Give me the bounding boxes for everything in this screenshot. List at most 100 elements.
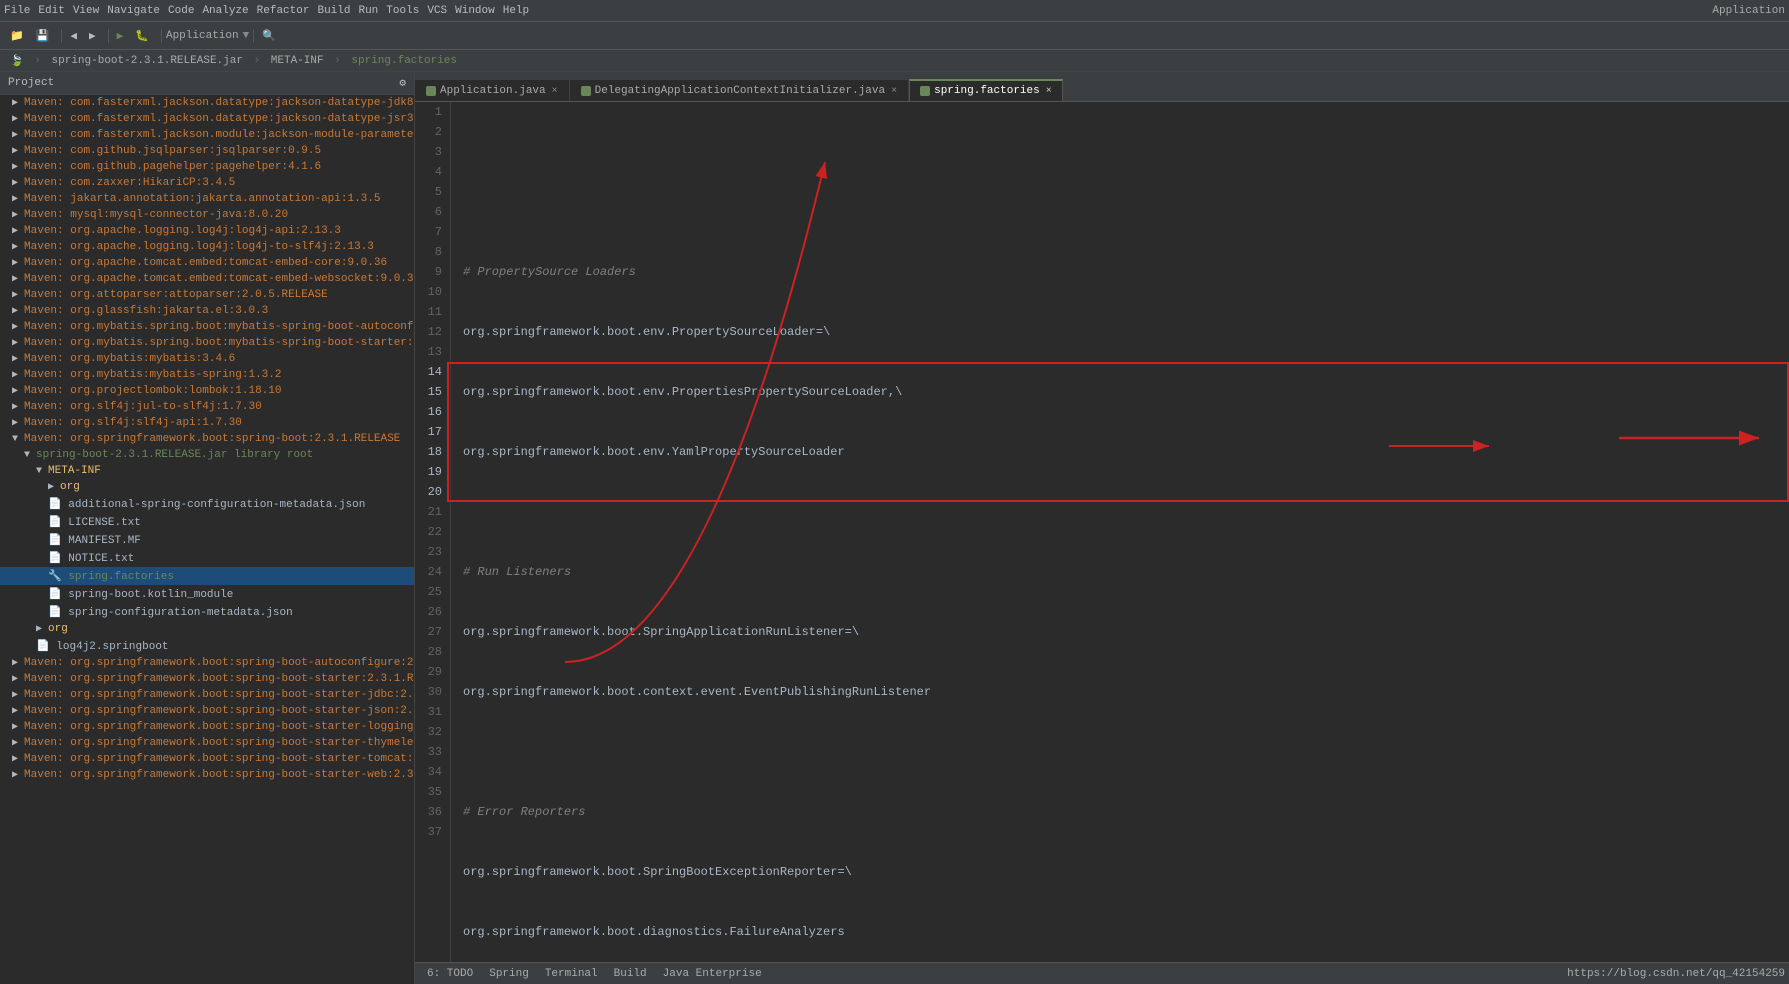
breadcrumb-file[interactable]: spring.factories <box>351 55 457 67</box>
tree-item-28[interactable]: 📄 NOTICE.txt <box>0 549 414 567</box>
tree-item-33[interactable]: 📄 log4j2.springboot <box>0 637 414 655</box>
tree-item-38[interactable]: ▶Maven: org.springframework.boot:spring-… <box>0 719 414 735</box>
tree-item-5[interactable]: ▶Maven: com.zaxxer:HikariCP:3.4.5 <box>0 175 414 191</box>
tree-icon-17: ▶ <box>12 369 18 381</box>
breadcrumb-jar[interactable]: spring-boot-2.3.1.RELEASE.jar <box>52 55 243 67</box>
tree-item-10[interactable]: ▶Maven: org.apache.tomcat.embed:tomcat-e… <box>0 255 414 271</box>
tab-close-application[interactable]: × <box>552 86 558 97</box>
menu-view[interactable]: View <box>73 5 99 17</box>
tree-item-32[interactable]: ▶org <box>0 621 414 637</box>
tab-application-java[interactable]: Application.java × <box>415 80 569 101</box>
tree-icon-6: ▶ <box>12 193 18 205</box>
tree-label-6: Maven: jakarta.annotation:jakarta.annota… <box>24 193 380 205</box>
tree-icon-37: ▶ <box>12 705 18 717</box>
tree-item-41[interactable]: ▶Maven: org.springframework.boot:spring-… <box>0 767 414 783</box>
tree-item-21[interactable]: ▼Maven: org.springframework.boot:spring-… <box>0 431 414 447</box>
tab-close-delegating[interactable]: × <box>891 86 897 97</box>
tab-spring-factories[interactable]: spring.factories × <box>909 79 1063 101</box>
menu-refactor[interactable]: Refactor <box>257 5 310 17</box>
menu-analyze[interactable]: Analyze <box>202 5 248 17</box>
bottom-tab-java-enterprise[interactable]: Java Enterprise <box>655 963 770 984</box>
tree-item-8[interactable]: ▶Maven: org.apache.logging.log4j:log4j-a… <box>0 223 414 239</box>
tree-item-20[interactable]: ▶Maven: org.slf4j:slf4j-api:1.7.30 <box>0 415 414 431</box>
menu-run[interactable]: Run <box>358 5 378 17</box>
code-content[interactable]: # PropertySource Loaders org.springframe… <box>451 102 1789 962</box>
toolbar-back[interactable]: ◀ <box>66 27 81 45</box>
tree-icon-10: ▶ <box>12 257 18 269</box>
tree-item-13[interactable]: ▶Maven: org.glassfish:jakarta.el:3.0.3 <box>0 303 414 319</box>
toolbar-sep1 <box>61 29 62 43</box>
toolbar-search[interactable]: 🔍 <box>258 27 280 45</box>
ln-19: 19 <box>423 462 442 482</box>
menu-edit[interactable]: Edit <box>38 5 64 17</box>
run-config-label: Application <box>166 30 239 42</box>
toolbar-save[interactable]: 💾 <box>32 27 54 45</box>
menu-file[interactable]: File <box>4 5 30 17</box>
tree-item-2[interactable]: ▶Maven: com.fasterxml.jackson.module:jac… <box>0 127 414 143</box>
tree-item-9[interactable]: ▶Maven: org.apache.logging.log4j:log4j-t… <box>0 239 414 255</box>
tree-item-6[interactable]: ▶ Maven: jakarta.annotation:jakarta.annot… <box>0 191 414 207</box>
ln-21: 21 <box>423 502 442 522</box>
menu-window[interactable]: Window <box>455 5 495 17</box>
tree-item-26[interactable]: 📄 LICENSE.txt <box>0 513 414 531</box>
tree-item-14[interactable]: ▶Maven: org.mybatis.spring.boot:mybatis-… <box>0 319 414 335</box>
toolbar-forward[interactable]: ▶ <box>85 27 100 45</box>
tree-item-31[interactable]: 📄 spring-configuration-metadata.json <box>0 603 414 621</box>
tree-item-25[interactable]: 📄 additional-spring-configuration-metada… <box>0 495 414 513</box>
tree-item-1[interactable]: ▶Maven: com.fasterxml.jackson.datatype:j… <box>0 111 414 127</box>
bottom-tab-build[interactable]: Build <box>606 963 655 984</box>
tree-item-12[interactable]: ▶Maven: org.attoparser:attoparser:2.0.5.… <box>0 287 414 303</box>
bottom-tab-terminal[interactable]: Terminal <box>537 963 606 984</box>
tree-item-40[interactable]: ▶Maven: org.springframework.boot:spring-… <box>0 751 414 767</box>
tree-item-11[interactable]: ▶Maven: org.apache.tomcat.embed:tomcat-e… <box>0 271 414 287</box>
tree-label-24: org <box>60 481 80 493</box>
tree-item-spring-factories[interactable]: 🔧 spring.factories <box>0 567 414 585</box>
tree-item-36[interactable]: ▶Maven: org.springframework.boot:spring-… <box>0 687 414 703</box>
tree-item-7[interactable]: ▶Maven: mysql:mysql-connector-java:8.0.2… <box>0 207 414 223</box>
menu-code[interactable]: Code <box>168 5 194 17</box>
tree-item-17[interactable]: ▶Maven: org.mybatis:mybatis-spring:1.3.2 <box>0 367 414 383</box>
ln-23: 23 <box>423 542 442 562</box>
breadcrumb-meta[interactable]: META-INF <box>271 55 324 67</box>
tree-item-37[interactable]: ▶Maven: org.springframework.boot:spring-… <box>0 703 414 719</box>
tree-item-19[interactable]: ▶Maven: org.slf4j:jul-to-slf4j:1.7.30 <box>0 399 414 415</box>
menu-tools[interactable]: Tools <box>386 5 419 17</box>
tree-item-16[interactable]: ▶Maven: org.mybatis:mybatis:3.4.6 <box>0 351 414 367</box>
run-config-dropdown[interactable]: ▼ <box>243 30 250 42</box>
tree-item-39[interactable]: ▶Maven: org.springframework.boot:spring-… <box>0 735 414 751</box>
bottom-tab-todo[interactable]: 6: TODO <box>419 963 481 984</box>
toolbar-run[interactable]: ▶ <box>113 27 128 45</box>
editor[interactable]: 1 2 3 4 5 6 7 8 9 10 11 12 13 14 15 16 1 <box>415 102 1789 962</box>
toolbar-open[interactable]: 📁 <box>6 27 28 45</box>
tree-label-30: 📄 spring-boot.kotlin_module <box>48 587 233 601</box>
tree-icon-41: ▶ <box>12 769 18 781</box>
tree-item-24[interactable]: ▶org <box>0 479 414 495</box>
sidebar-settings[interactable]: ⚙ <box>399 76 406 90</box>
menu-build[interactable]: Build <box>317 5 350 17</box>
code-line-6: # Run Listeners <box>463 562 1777 582</box>
tree-item-22[interactable]: ▼spring-boot-2.3.1.RELEASE.jar library r… <box>0 447 414 463</box>
tree-item-18[interactable]: ▶Maven: org.projectlombok:lombok:1.18.10 <box>0 383 414 399</box>
tree-item-0[interactable]: ▶Maven: com.fasterxml.jackson.datatype:j… <box>0 95 414 111</box>
toolbar-debug[interactable]: 🐛 <box>131 27 153 45</box>
code-text-11: org.springframework.boot.SpringBootExcep… <box>463 862 852 882</box>
menu-navigate[interactable]: Navigate <box>107 5 160 17</box>
tree-label-39: Maven: org.springframework.boot:spring-b… <box>24 737 414 749</box>
ln-28: 28 <box>423 642 442 662</box>
menu-vcs[interactable]: VCS <box>427 5 447 17</box>
tree-item-34[interactable]: ▶Maven: org.springframework.boot:spring-… <box>0 655 414 671</box>
tree-item-27[interactable]: 📄 MANIFEST.MF <box>0 531 414 549</box>
menu-help[interactable]: Help <box>503 5 529 17</box>
tree-icon-21: ▼ <box>12 434 18 445</box>
tab-delegating[interactable]: DelegatingApplicationContextInitializer.… <box>570 80 908 101</box>
tab-close-spring-factories[interactable]: × <box>1046 86 1052 97</box>
tree-item-3[interactable]: ▶Maven: com.github.jsqlparser:jsqlparser… <box>0 143 414 159</box>
breadcrumb-root[interactable]: 🍃 <box>10 54 24 68</box>
tree-item-30[interactable]: 📄 spring-boot.kotlin_module <box>0 585 414 603</box>
tree-item-4[interactable]: ▶Maven: com.github.pagehelper:pagehelper… <box>0 159 414 175</box>
tree-item-35[interactable]: ▶Maven: org.springframework.boot:spring-… <box>0 671 414 687</box>
tree-item-15[interactable]: ▶Maven: org.mybatis.spring.boot:mybatis-… <box>0 335 414 351</box>
tree-item-23[interactable]: ▼META-INF <box>0 463 414 479</box>
code-line-12: org.springframework.boot.diagnostics.Fai… <box>463 922 1777 942</box>
bottom-tab-spring[interactable]: Spring <box>481 963 537 984</box>
